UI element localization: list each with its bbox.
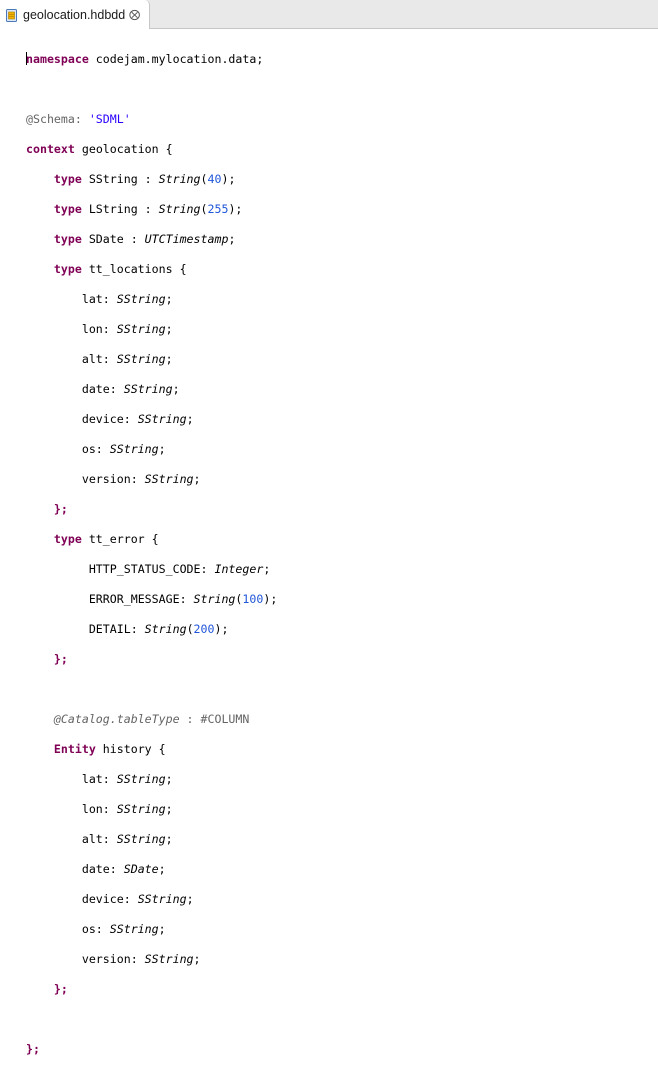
close-icon[interactable]: ⨂ — [129, 8, 140, 22]
code-line: type LString : String(255); — [53, 202, 243, 216]
hdbdd-file-icon — [6, 9, 17, 22]
code-line: Entity history { — [53, 742, 166, 756]
code-line: version: SString; — [81, 472, 201, 486]
code-line: DETAIL: String(200); — [88, 622, 229, 636]
code-line: HTTP_STATUS_CODE: Integer; — [88, 562, 271, 576]
code-line: device: SString; — [81, 412, 194, 426]
code-line: os: SString; — [81, 922, 166, 936]
code-line: date: SDate; — [81, 862, 166, 876]
editor-tab-bar: geolocation.hdbdd ⨂ — [0, 0, 658, 29]
code-line: namespace codejam.mylocation.data; — [26, 52, 264, 66]
code-line: os: SString; — [81, 442, 166, 456]
code-line: version: SString; — [81, 952, 201, 966]
code-line: lon: SString; — [81, 322, 173, 336]
code-line: }; — [53, 502, 68, 516]
code-line: type tt_error { — [53, 532, 159, 546]
code-line: device: SString; — [81, 892, 194, 906]
code-line: type SString : String(40); — [53, 172, 236, 186]
code-line: date: SString; — [81, 382, 180, 396]
code-line: lat: SString; — [81, 292, 173, 306]
code-line: }; — [53, 982, 68, 996]
tab-geolocation-hdbdd[interactable]: geolocation.hdbdd ⨂ — [0, 0, 150, 29]
code-line: }; — [53, 652, 68, 666]
tab-label: geolocation.hdbdd — [23, 8, 126, 22]
code-line: lon: SString; — [81, 802, 173, 816]
code-line: ERROR_MESSAGE: String(100); — [88, 592, 278, 606]
code-line: alt: SString; — [81, 832, 173, 846]
code-line: lat: SString; — [81, 772, 173, 786]
code-line: type tt_locations { — [53, 262, 187, 276]
code-editor[interactable]: namespace codejam.mylocation.data; @Sche… — [0, 29, 658, 1056]
code-text[interactable]: namespace codejam.mylocation.data; @Sche… — [26, 37, 277, 1087]
code-line: alt: SString; — [81, 352, 173, 366]
code-line: @Catalog.tableType : #COLUMN — [53, 712, 250, 726]
code-line: }; — [26, 1042, 40, 1056]
code-line: type SDate : UTCTimestamp; — [53, 232, 236, 246]
code-line: @Schema: 'SDML' — [26, 112, 131, 126]
code-line: context geolocation { — [26, 142, 173, 156]
